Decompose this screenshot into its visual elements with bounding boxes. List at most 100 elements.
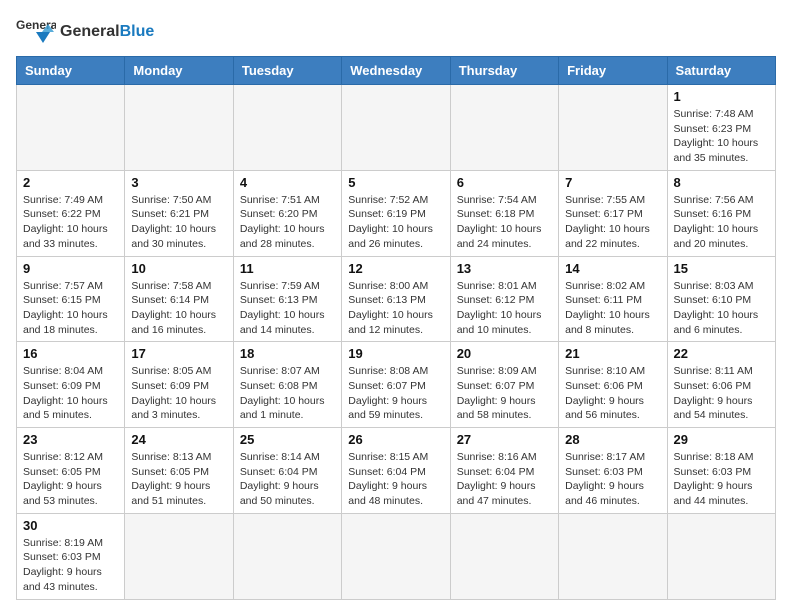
day-number: 19 <box>348 346 443 361</box>
calendar-cell: 2 Sunrise: 7:49 AM Sunset: 6:22 PM Daylig… <box>17 170 125 256</box>
calendar-cell: 11Sunrise: 7:59 AM Sunset: 6:13 PM Dayli… <box>233 256 341 342</box>
calendar-cell: 15Sunrise: 8:03 AM Sunset: 6:10 PM Dayli… <box>667 256 775 342</box>
calendar-cell <box>342 85 450 171</box>
page-header: General GeneralBlue <box>16 16 776 48</box>
day-number: 2 <box>23 175 118 190</box>
calendar-cell: 24 Sunrise: 8:13 AM Sunset: 6:05 PM Dayli… <box>125 428 233 514</box>
calendar-cell: 8Sunrise: 7:56 AM Sunset: 6:16 PM Daylig… <box>667 170 775 256</box>
day-number: 15 <box>674 261 769 276</box>
day-number: 14 <box>565 261 660 276</box>
day-number: 5 <box>348 175 443 190</box>
day-number: 30 <box>23 518 118 533</box>
calendar-cell: 26 Sunrise: 8:15 AM Sunset: 6:04 PM Dayli… <box>342 428 450 514</box>
day-number: 9 <box>23 261 118 276</box>
day-info: Sunrise: 8:17 AM Sunset: 6:03 PM Dayligh… <box>565 450 660 509</box>
day-number: 24 <box>131 432 226 447</box>
day-info: Sunrise: 7:52 AM Sunset: 6:19 PM Dayligh… <box>348 193 443 252</box>
calendar-cell <box>559 513 667 599</box>
day-number: 23 <box>23 432 118 447</box>
calendar-cell: 10Sunrise: 7:58 AM Sunset: 6:14 PM Dayli… <box>125 256 233 342</box>
calendar-cell: 28Sunrise: 8:17 AM Sunset: 6:03 PM Dayli… <box>559 428 667 514</box>
day-info: Sunrise: 7:57 AM Sunset: 6:15 PM Dayligh… <box>23 279 118 338</box>
calendar-header-wednesday: Wednesday <box>342 57 450 85</box>
calendar-cell <box>233 85 341 171</box>
day-number: 16 <box>23 346 118 361</box>
day-number: 20 <box>457 346 552 361</box>
day-number: 11 <box>240 261 335 276</box>
calendar-cell: 25Sunrise: 8:14 AM Sunset: 6:04 PM Dayli… <box>233 428 341 514</box>
day-info: Sunrise: 7:54 AM Sunset: 6:18 PM Dayligh… <box>457 193 552 252</box>
calendar-cell <box>125 85 233 171</box>
day-number: 1 <box>674 89 769 104</box>
calendar-cell <box>559 85 667 171</box>
day-info: Sunrise: 7:55 AM Sunset: 6:17 PM Dayligh… <box>565 193 660 252</box>
day-info: Sunrise: 8:08 AM Sunset: 6:07 PM Dayligh… <box>348 364 443 423</box>
calendar-cell: 29 Sunrise: 8:18 AM Sunset: 6:03 PM Dayli… <box>667 428 775 514</box>
calendar-cell: 18Sunrise: 8:07 AM Sunset: 6:08 PM Dayli… <box>233 342 341 428</box>
calendar-week-row: 23Sunrise: 8:12 AM Sunset: 6:05 PM Dayli… <box>17 428 776 514</box>
calendar-week-row: 9 Sunrise: 7:57 AM Sunset: 6:15 PM Daylig… <box>17 256 776 342</box>
calendar-cell: 4Sunrise: 7:51 AM Sunset: 6:20 PM Daylig… <box>233 170 341 256</box>
day-info: Sunrise: 8:02 AM Sunset: 6:11 PM Dayligh… <box>565 279 660 338</box>
day-info: Sunrise: 8:15 AM Sunset: 6:04 PM Dayligh… <box>348 450 443 509</box>
calendar-cell <box>450 85 558 171</box>
day-info: Sunrise: 8:18 AM Sunset: 6:03 PM Dayligh… <box>674 450 769 509</box>
day-number: 26 <box>348 432 443 447</box>
day-number: 3 <box>131 175 226 190</box>
calendar-header-row: SundayMondayTuesdayWednesdayThursdayFrid… <box>17 57 776 85</box>
day-info: Sunrise: 8:09 AM Sunset: 6:07 PM Dayligh… <box>457 364 552 423</box>
day-number: 22 <box>674 346 769 361</box>
calendar-week-row: 30 Sunrise: 8:19 AM Sunset: 6:03 PM Dayli… <box>17 513 776 599</box>
logo-svg: General <box>16 16 56 48</box>
calendar-cell: 30 Sunrise: 8:19 AM Sunset: 6:03 PM Dayli… <box>17 513 125 599</box>
calendar-cell: 14 Sunrise: 8:02 AM Sunset: 6:11 PM Dayli… <box>559 256 667 342</box>
calendar-header-tuesday: Tuesday <box>233 57 341 85</box>
calendar-week-row: 1 Sunrise: 7:48 AM Sunset: 6:23 PM Daylig… <box>17 85 776 171</box>
day-number: 29 <box>674 432 769 447</box>
calendar-cell <box>17 85 125 171</box>
day-info: Sunrise: 7:49 AM Sunset: 6:22 PM Dayligh… <box>23 193 118 252</box>
day-info: Sunrise: 7:50 AM Sunset: 6:21 PM Dayligh… <box>131 193 226 252</box>
day-info: Sunrise: 7:48 AM Sunset: 6:23 PM Dayligh… <box>674 107 769 166</box>
calendar-cell: 22 Sunrise: 8:11 AM Sunset: 6:06 PM Dayli… <box>667 342 775 428</box>
calendar-header-thursday: Thursday <box>450 57 558 85</box>
calendar-cell: 7 Sunrise: 7:55 AM Sunset: 6:17 PM Daylig… <box>559 170 667 256</box>
calendar-header-saturday: Saturday <box>667 57 775 85</box>
calendar-cell: 23Sunrise: 8:12 AM Sunset: 6:05 PM Dayli… <box>17 428 125 514</box>
day-info: Sunrise: 8:13 AM Sunset: 6:05 PM Dayligh… <box>131 450 226 509</box>
calendar-header-monday: Monday <box>125 57 233 85</box>
calendar-header-sunday: Sunday <box>17 57 125 85</box>
day-info: Sunrise: 8:00 AM Sunset: 6:13 PM Dayligh… <box>348 279 443 338</box>
calendar-cell: 13Sunrise: 8:01 AM Sunset: 6:12 PM Dayli… <box>450 256 558 342</box>
day-info: Sunrise: 7:51 AM Sunset: 6:20 PM Dayligh… <box>240 193 335 252</box>
day-info: Sunrise: 8:07 AM Sunset: 6:08 PM Dayligh… <box>240 364 335 423</box>
logo: General GeneralBlue <box>16 16 154 48</box>
calendar-cell: 3 Sunrise: 7:50 AM Sunset: 6:21 PM Daylig… <box>125 170 233 256</box>
day-number: 6 <box>457 175 552 190</box>
calendar-cell: 1 Sunrise: 7:48 AM Sunset: 6:23 PM Daylig… <box>667 85 775 171</box>
day-info: Sunrise: 8:05 AM Sunset: 6:09 PM Dayligh… <box>131 364 226 423</box>
day-number: 27 <box>457 432 552 447</box>
calendar-cell <box>233 513 341 599</box>
calendar-week-row: 16 Sunrise: 8:04 AM Sunset: 6:09 PM Dayli… <box>17 342 776 428</box>
day-number: 12 <box>348 261 443 276</box>
day-info: Sunrise: 8:16 AM Sunset: 6:04 PM Dayligh… <box>457 450 552 509</box>
day-info: Sunrise: 8:11 AM Sunset: 6:06 PM Dayligh… <box>674 364 769 423</box>
day-number: 21 <box>565 346 660 361</box>
day-number: 7 <box>565 175 660 190</box>
day-number: 10 <box>131 261 226 276</box>
day-info: Sunrise: 8:10 AM Sunset: 6:06 PM Dayligh… <box>565 364 660 423</box>
calendar-cell: 5 Sunrise: 7:52 AM Sunset: 6:19 PM Daylig… <box>342 170 450 256</box>
day-info: Sunrise: 8:19 AM Sunset: 6:03 PM Dayligh… <box>23 536 118 595</box>
day-number: 25 <box>240 432 335 447</box>
calendar-cell <box>125 513 233 599</box>
calendar-cell: 20 Sunrise: 8:09 AM Sunset: 6:07 PM Dayli… <box>450 342 558 428</box>
calendar-cell: 6 Sunrise: 7:54 AM Sunset: 6:18 PM Daylig… <box>450 170 558 256</box>
day-info: Sunrise: 8:04 AM Sunset: 6:09 PM Dayligh… <box>23 364 118 423</box>
calendar-cell <box>342 513 450 599</box>
calendar-header-friday: Friday <box>559 57 667 85</box>
calendar-cell <box>450 513 558 599</box>
calendar-cell: 19 Sunrise: 8:08 AM Sunset: 6:07 PM Dayli… <box>342 342 450 428</box>
day-info: Sunrise: 8:01 AM Sunset: 6:12 PM Dayligh… <box>457 279 552 338</box>
day-number: 8 <box>674 175 769 190</box>
